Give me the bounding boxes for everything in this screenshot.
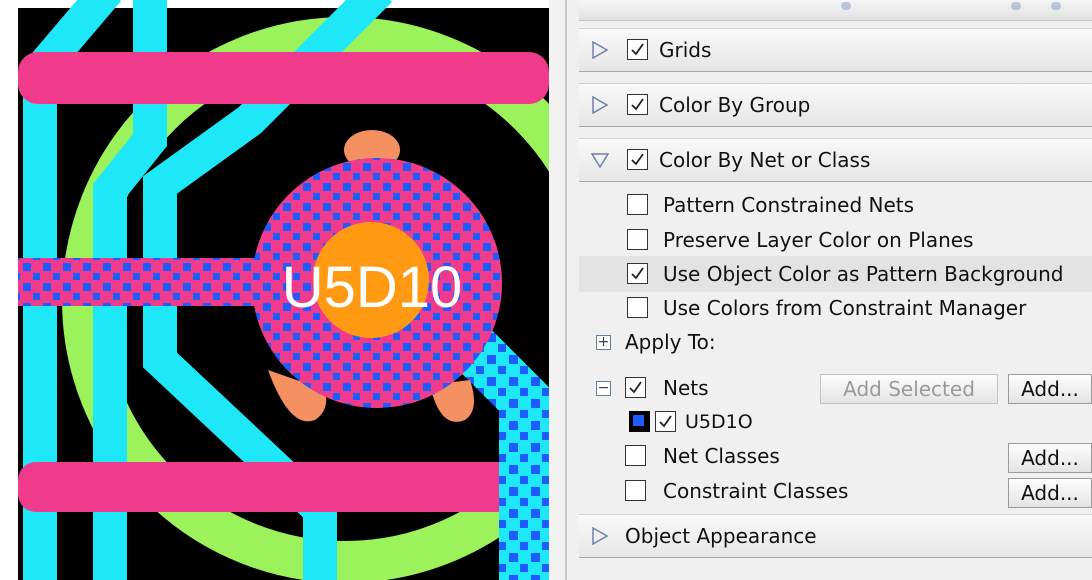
nets-checkbox[interactable] <box>625 377 646 398</box>
expand-triangle-icon[interactable] <box>591 41 609 59</box>
component-label: U5D10 <box>282 255 463 320</box>
preserve-layer-color-checkbox[interactable] <box>627 229 648 250</box>
option-label: Use Object Color as Pattern Background <box>663 262 1064 286</box>
section-color-by-net[interactable]: Color By Net or Class <box>579 138 1092 182</box>
net-classes-label: Net Classes <box>663 444 780 468</box>
expand-triangle-icon[interactable] <box>591 96 609 114</box>
section-label-object-appearance: Object Appearance <box>625 524 817 548</box>
magenta-trace-bottom <box>18 462 549 512</box>
net-color-swatch[interactable] <box>629 411 650 432</box>
section-color-by-group[interactable]: Color By Group <box>579 83 1092 127</box>
constraint-classes-checkbox[interactable] <box>625 480 646 501</box>
options-panel: Grids Color By Group Color By Net or Cla… <box>567 0 1092 580</box>
color-by-group-checkbox[interactable] <box>627 94 648 115</box>
add-selected-button[interactable]: Add Selected <box>820 374 998 404</box>
grids-checkbox[interactable] <box>627 39 648 60</box>
net-item-checkbox[interactable] <box>655 411 676 432</box>
collapse-minus-icon[interactable]: − <box>596 381 611 396</box>
toolbar-icon <box>1051 2 1061 10</box>
constraint-classes-add-button[interactable]: Add... <box>1008 478 1092 508</box>
net-classes-add-button[interactable]: Add... <box>1008 443 1092 473</box>
option-label: Preserve Layer Color on Planes <box>663 228 974 252</box>
expand-plus-icon[interactable]: + <box>596 335 611 350</box>
magenta-trace-top <box>18 52 549 104</box>
constraint-classes-label: Constraint Classes <box>663 479 849 503</box>
pcb-canvas[interactable]: U5D10 <box>0 0 565 580</box>
net-item-label: U5D1O <box>685 411 753 433</box>
section-label-grids: Grids <box>659 38 712 62</box>
use-constraint-colors-checkbox[interactable] <box>627 297 648 318</box>
toolbar-icon <box>841 2 851 10</box>
section-object-appearance[interactable]: Object Appearance <box>579 514 1092 558</box>
pcb-drawing[interactable]: U5D10 <box>0 0 549 580</box>
section-grids[interactable]: Grids <box>579 28 1092 72</box>
apply-to-label: Apply To: <box>625 330 716 354</box>
section-label-color-by-group: Color By Group <box>659 93 811 117</box>
nets-add-button[interactable]: Add... <box>1008 374 1092 404</box>
option-label: Use Colors from Constraint Manager <box>663 296 1027 320</box>
splitter-bar[interactable] <box>549 0 565 580</box>
top-toolbar-strip <box>579 0 1092 21</box>
expand-triangle-icon[interactable] <box>591 527 609 545</box>
pattern-constrained-nets-checkbox[interactable] <box>627 194 648 215</box>
toolbar-icon <box>1011 2 1021 10</box>
section-label-color-by-net: Color By Net or Class <box>659 148 871 172</box>
net-classes-checkbox[interactable] <box>625 445 646 466</box>
option-label: Pattern Constrained Nets <box>663 193 915 217</box>
collapse-triangle-icon[interactable] <box>591 151 609 169</box>
color-by-net-checkbox[interactable] <box>627 149 648 170</box>
use-object-color-checkbox[interactable] <box>627 263 648 284</box>
nets-label: Nets <box>663 376 709 400</box>
patterned-trace-left <box>18 258 278 306</box>
